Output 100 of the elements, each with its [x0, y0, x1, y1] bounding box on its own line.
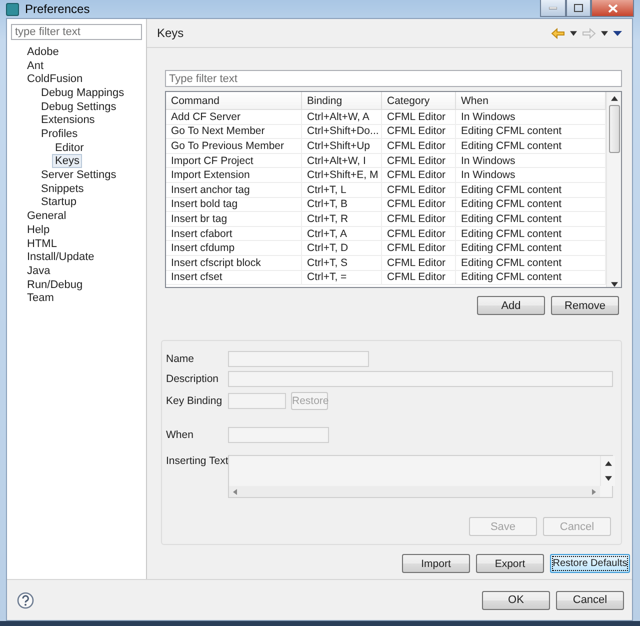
tree-item[interactable]: Snippets: [38, 182, 87, 196]
table-cell: CFML Editor: [382, 198, 456, 212]
tree-item[interactable]: Extensions: [38, 113, 98, 128]
page-button[interactable]: Restore Defaults: [550, 554, 630, 574]
filter-field[interactable]: Type filter text: [165, 70, 622, 88]
dialog-button[interactable]: Cancel: [556, 590, 624, 610]
table-cell: Editing CFML content: [456, 124, 606, 140]
table-cell: CFML Editor: [382, 139, 456, 154]
table-cell: Ctrl+Alt+W, A: [302, 110, 382, 125]
scrollbar[interactable]: [606, 92, 621, 288]
column-header[interactable]: Binding: [302, 92, 382, 110]
table-cell: Insert cfscript block: [166, 256, 302, 271]
tree-item[interactable]: Run/Debug: [24, 278, 86, 292]
table-cell: Ctrl+T, R: [302, 212, 382, 227]
scroll-down-icon[interactable]: [604, 476, 612, 482]
table-cell: CFML Editor: [382, 183, 456, 198]
tree-item[interactable]: Startup: [38, 195, 80, 210]
column-header[interactable]: Category: [382, 92, 456, 110]
page-button[interactable]: Export: [476, 554, 544, 574]
tree-item[interactable]: Debug Mappings: [38, 86, 128, 100]
table-cell: Insert cfset: [166, 270, 302, 286]
table-cell: Editing CFML content: [456, 241, 606, 256]
close-icon: [608, 4, 618, 12]
table-cell: Editing CFML content: [456, 226, 606, 242]
close-button[interactable]: [591, 0, 634, 17]
scroll-down-icon[interactable]: [610, 282, 618, 288]
tree-item[interactable]: Install/Update: [24, 250, 98, 264]
minimize-icon: [549, 6, 557, 10]
table-button[interactable]: Remove: [551, 296, 619, 316]
field-label: Name: [166, 353, 196, 366]
scroll-thumb[interactable]: [608, 105, 620, 154]
window-title: Preferences: [25, 2, 90, 16]
table-cell: In Windows: [456, 168, 606, 184]
tree-item[interactable]: Profiles: [38, 127, 81, 142]
table-cell: Add CF Server: [166, 110, 302, 125]
column-header[interactable]: Command: [166, 92, 302, 110]
table-cell: Ctrl+T, A: [302, 226, 382, 242]
table-cell: Insert br tag: [166, 212, 302, 227]
tree-item[interactable]: Java: [24, 264, 54, 278]
tree-item[interactable]: Debug Settings: [38, 100, 120, 114]
table-cell: CFML Editor: [382, 241, 456, 256]
tree-item[interactable]: Server Settings: [38, 168, 120, 182]
table-cell: Go To Previous Member: [166, 139, 302, 154]
input-field[interactable]: [228, 393, 286, 410]
table-cell: Ctrl+T, D: [302, 241, 382, 256]
tree-item[interactable]: Adobe: [24, 44, 62, 59]
input-field[interactable]: [228, 351, 369, 368]
maximize-button[interactable]: [566, 0, 591, 17]
input-field[interactable]: [228, 371, 613, 388]
tree-item[interactable]: HTML: [24, 236, 60, 251]
tree-item[interactable]: ColdFusion: [24, 72, 86, 86]
table-cell: Ctrl+Shift+E, M: [302, 168, 382, 184]
scroll-up-icon[interactable]: [604, 461, 612, 466]
caret-icon[interactable]: [570, 30, 577, 36]
table-cell: Ctrl+Shift+Up: [302, 139, 382, 154]
table-cell: Editing CFML content: [456, 198, 606, 212]
table-button[interactable]: Add: [477, 296, 545, 316]
filter-field[interactable]: type filter text: [11, 24, 142, 40]
menu-icon[interactable]: [613, 30, 622, 36]
table-cell: Editing CFML content: [456, 270, 606, 286]
tree-item[interactable]: Keys: [52, 154, 82, 168]
page-button[interactable]: Import: [402, 554, 470, 574]
scroll-right-icon[interactable]: [592, 488, 596, 495]
table-cell: Go To Next Member: [166, 124, 302, 140]
table-cell: Insert bold tag: [166, 198, 302, 212]
table-cell: Editing CFML content: [456, 256, 606, 271]
table-cell: CFML Editor: [382, 226, 456, 242]
scroll-left-icon[interactable]: [233, 488, 237, 495]
table-cell: Editing CFML content: [456, 183, 606, 198]
column-header[interactable]: When: [456, 92, 606, 110]
table-cell: Ctrl+T, S: [302, 256, 382, 271]
table-cell: CFML Editor: [382, 110, 456, 125]
maximize-icon: [574, 4, 583, 12]
table-cell: Ctrl+T, =: [302, 270, 382, 286]
table-cell: CFML Editor: [382, 168, 456, 184]
tree-item[interactable]: Help: [24, 222, 53, 237]
table-cell: Ctrl+T, B: [302, 198, 382, 212]
caret-icon[interactable]: [601, 30, 608, 36]
table-cell: CFML Editor: [382, 154, 456, 168]
table-cell: In Windows: [456, 110, 606, 125]
tree-item[interactable]: Team: [24, 291, 57, 306]
table-cell: CFML Editor: [382, 124, 456, 140]
tree-item[interactable]: Ant: [24, 58, 47, 73]
tree-item[interactable]: Editor: [52, 140, 87, 155]
page-title: Keys: [157, 26, 185, 40]
table-cell: CFML Editor: [382, 270, 456, 286]
help-icon[interactable]: [17, 592, 34, 609]
table-cell: Editing CFML content: [456, 212, 606, 227]
back-arrow-icon[interactable]: [551, 28, 565, 39]
scroll-up-icon[interactable]: [610, 96, 618, 102]
table-cell: CFML Editor: [382, 212, 456, 227]
table-cell: Insert anchor tag: [166, 183, 302, 198]
tree-item[interactable]: General: [24, 209, 70, 224]
table-cell: Insert cfabort: [166, 226, 302, 242]
minimize-button[interactable]: [540, 0, 566, 17]
input-field[interactable]: [228, 427, 329, 444]
table-cell: Ctrl+T, L: [302, 183, 382, 198]
table-cell: Insert cfdump: [166, 241, 302, 256]
field-label: When: [166, 429, 194, 442]
dialog-button[interactable]: OK: [482, 590, 550, 610]
